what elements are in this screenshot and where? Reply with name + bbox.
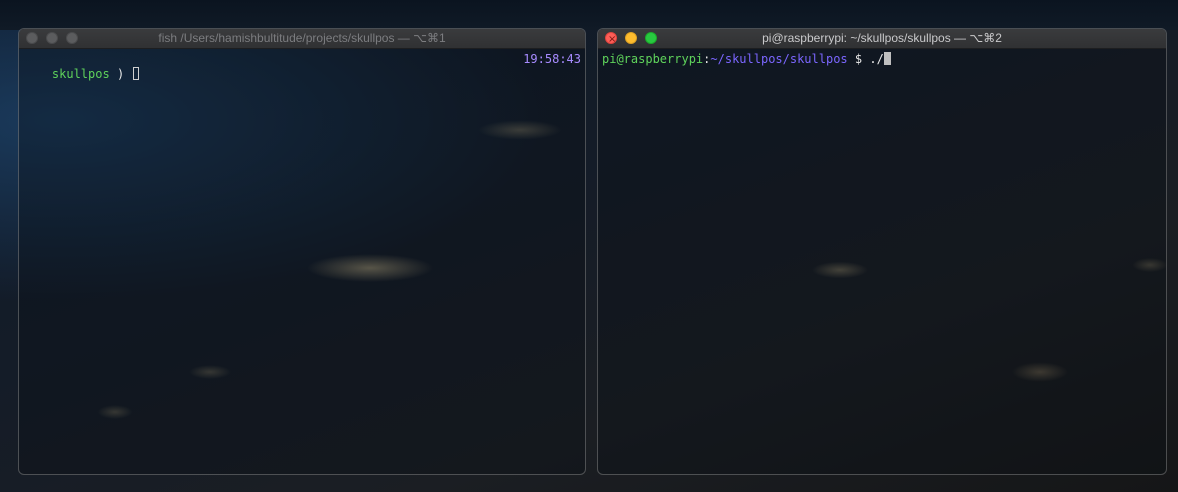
prompt-path: ~/skullpos/skullpos <box>710 52 848 66</box>
typed-command: ./ <box>869 52 884 66</box>
close-icon[interactable] <box>605 30 617 49</box>
desktop-wallpaper-top <box>0 0 1178 30</box>
prompt-user-host: pi@raspberrypi <box>602 52 704 66</box>
window-title: fish /Users/hamishbultitude/projects/sku… <box>158 31 446 45</box>
window-titlebar[interactable]: fish /Users/hamishbultitude/projects/sku… <box>19 29 585 49</box>
terminal-content[interactable]: skullpos ) 19:58:43 <box>19 49 585 115</box>
minimize-icon[interactable] <box>46 32 58 44</box>
traffic-lights <box>605 30 657 49</box>
text-cursor <box>883 52 891 65</box>
window-title: pi@raspberrypi: ~/skullpos/skullpos — ⌥⌘… <box>762 31 1002 45</box>
zoom-icon[interactable] <box>645 32 657 44</box>
close-icon[interactable] <box>26 32 38 44</box>
text-cursor <box>133 67 140 80</box>
terminal-window-left[interactable]: fish /Users/hamishbultitude/projects/sku… <box>18 28 586 475</box>
prompt-directory: skullpos <box>51 67 110 81</box>
terminal-window-right[interactable]: pi@raspberrypi: ~/skullpos/skullpos — ⌥⌘… <box>597 28 1167 475</box>
minimize-icon[interactable] <box>625 32 637 44</box>
prompt-symbol: $ <box>854 52 863 66</box>
prompt-clock: 19:58:43 <box>523 52 581 66</box>
zoom-icon[interactable] <box>66 32 78 44</box>
window-titlebar[interactable]: pi@raspberrypi: ~/skullpos/skullpos — ⌥⌘… <box>598 29 1166 49</box>
terminal-content[interactable]: pi@raspberrypi:~/skullpos/skullpos $ ./ <box>598 49 1166 70</box>
traffic-lights <box>26 32 78 44</box>
prompt-symbol: ) <box>116 67 125 81</box>
